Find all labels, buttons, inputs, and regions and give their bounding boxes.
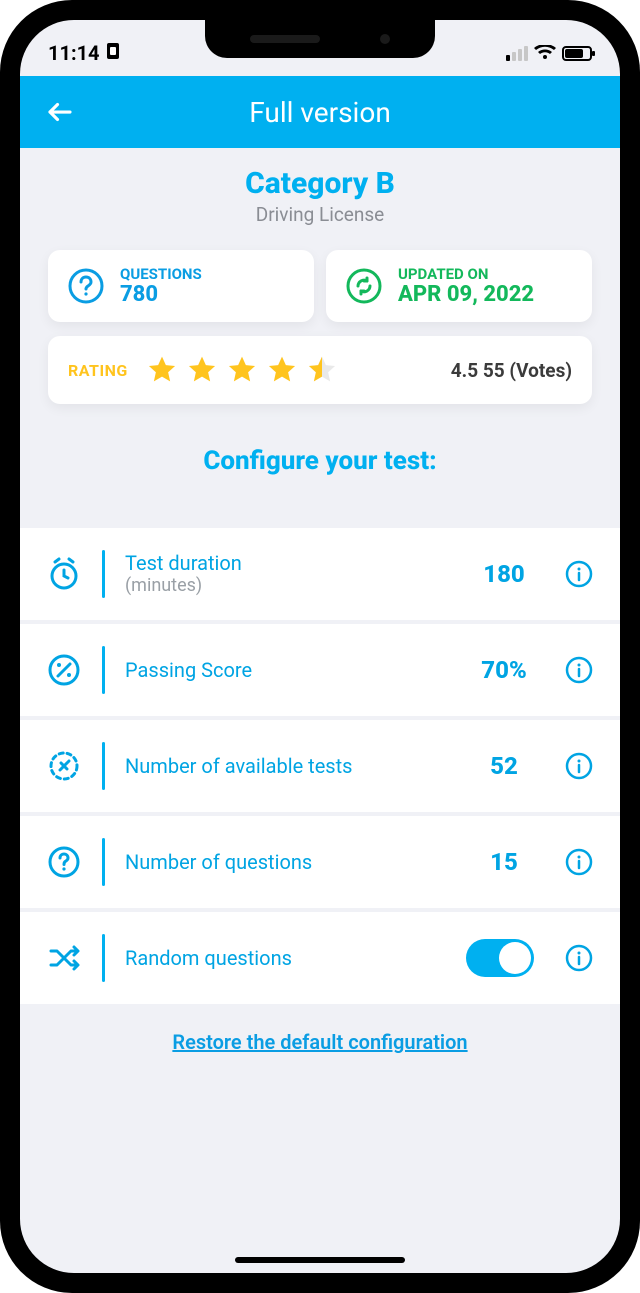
row-number-questions[interactable]: Number of questions 15 — [20, 816, 620, 912]
questions-value: 780 — [120, 283, 202, 307]
battery-icon — [562, 46, 592, 61]
info-button[interactable] — [564, 751, 594, 781]
questions-card: QUESTIONS 780 — [48, 250, 314, 322]
setting-value: 52 — [464, 752, 544, 780]
info-icon — [564, 943, 594, 973]
rating-value: 4.5 55 (Votes) — [451, 359, 572, 382]
star-half-icon — [306, 354, 338, 386]
row-test-duration[interactable]: Test duration (minutes) 180 — [20, 528, 620, 624]
setting-sublabel: (minutes) — [125, 575, 444, 597]
setting-label: Random questions — [125, 946, 446, 970]
questions-label: QUESTIONS — [120, 265, 202, 283]
updated-value: APR 09, 2022 — [398, 283, 534, 307]
page-title: Full version — [20, 96, 620, 129]
setting-label: Number of questions — [125, 850, 444, 874]
star-icon — [146, 354, 178, 386]
question-circle-icon — [64, 264, 108, 308]
settings-list: Test duration (minutes) 180 Passing Scor… — [20, 528, 620, 1004]
refresh-icon — [342, 264, 386, 308]
wifi-icon — [534, 45, 556, 61]
row-available-tests[interactable]: Number of available tests 52 — [20, 720, 620, 816]
category-subtitle: Driving License — [48, 203, 592, 226]
info-icon — [564, 751, 594, 781]
clock-icon — [46, 556, 82, 592]
info-icon — [564, 847, 594, 877]
configure-heading: Configure your test: — [48, 446, 592, 476]
random-toggle[interactable] — [466, 939, 534, 977]
restore-default-link[interactable]: Restore the default configuration — [48, 1030, 592, 1054]
info-button[interactable] — [564, 559, 594, 589]
setting-label: Test duration — [125, 551, 444, 575]
rating-label: RATING — [68, 361, 128, 380]
info-button[interactable] — [564, 847, 594, 877]
star-icon — [186, 354, 218, 386]
rating-card: RATING 4.5 55 (Votes) — [48, 336, 592, 404]
home-indicator[interactable] — [235, 1257, 405, 1263]
row-random-questions: Random questions — [20, 912, 620, 1004]
setting-label: Number of available tests — [125, 754, 444, 778]
setting-value: 70% — [464, 656, 544, 684]
star-icon — [266, 354, 298, 386]
info-icon — [564, 559, 594, 589]
target-icon — [46, 748, 82, 784]
percent-icon — [46, 652, 82, 688]
sim-icon — [106, 41, 120, 65]
info-button[interactable] — [564, 655, 594, 685]
row-passing-score[interactable]: Passing Score 70% — [20, 624, 620, 720]
rating-stars — [146, 354, 433, 386]
setting-label: Passing Score — [125, 658, 444, 682]
category-title: Category B — [48, 166, 592, 201]
shuffle-icon — [46, 940, 82, 976]
setting-value: 15 — [464, 848, 544, 876]
star-icon — [226, 354, 258, 386]
app-header: Full version — [20, 76, 620, 148]
setting-value: 180 — [464, 560, 544, 588]
info-button[interactable] — [564, 943, 594, 973]
info-icon — [564, 655, 594, 685]
question-circle-icon — [46, 844, 82, 880]
status-time: 11:14 — [48, 41, 100, 65]
updated-label: UPDATED ON — [398, 265, 534, 283]
signal-icon — [506, 46, 528, 61]
updated-card: UPDATED ON APR 09, 2022 — [326, 250, 592, 322]
